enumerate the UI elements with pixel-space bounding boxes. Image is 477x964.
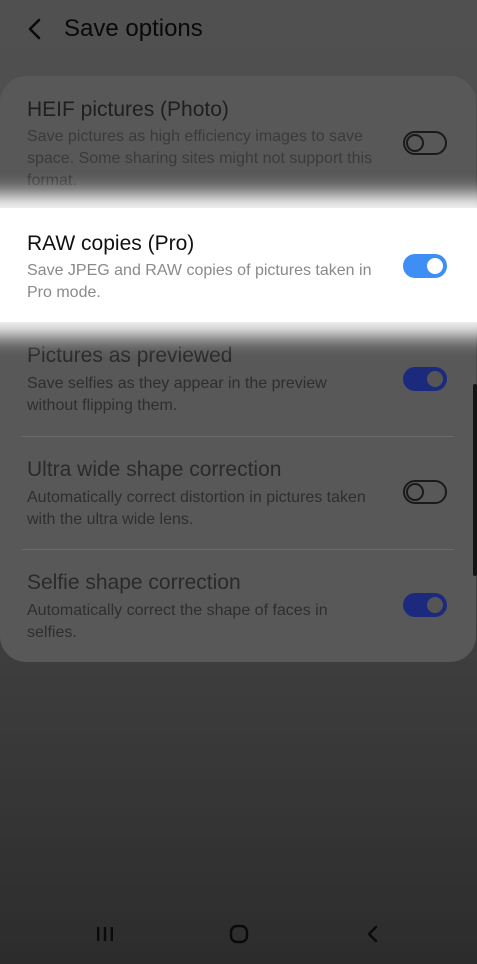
system-navigation-bar — [0, 906, 477, 964]
toggle-knob — [425, 369, 445, 389]
raw-copies-toggle[interactable] — [403, 254, 447, 278]
setting-selfie-shape-correction[interactable]: Selfie shape correction Automatically co… — [0, 550, 476, 662]
ultra-wide-toggle[interactable] — [403, 480, 447, 504]
page-title: Save options — [64, 15, 203, 42]
selfie-shape-toggle[interactable] — [403, 593, 447, 617]
setting-title: HEIF pictures (Photo) — [27, 98, 229, 121]
home-icon[interactable] — [227, 922, 251, 946]
chevron-left-icon[interactable] — [24, 17, 48, 41]
highlighted-setting-raw-copies[interactable]: RAW copies (Pro) Save JPEG and RAW copie… — [0, 208, 477, 322]
setting-title: Selfie shape correction — [27, 571, 241, 594]
setting-description: Automatically correct the shape of faces… — [27, 602, 328, 641]
heif-toggle[interactable] — [403, 131, 447, 155]
back-icon[interactable] — [361, 922, 385, 946]
toggle-knob — [406, 134, 424, 152]
setting-title: Pictures as previewed — [27, 344, 233, 367]
app-header: Save options — [0, 0, 477, 62]
setting-ultra-wide-correction[interactable]: Ultra wide shape correction Automaticall… — [0, 437, 476, 550]
setting-title: RAW copies (Pro) — [27, 232, 195, 255]
setting-description: Automatically correct distortion in pict… — [27, 489, 366, 528]
recent-apps-icon[interactable] — [93, 922, 117, 946]
setting-title: Ultra wide shape correction — [27, 458, 282, 481]
toggle-knob — [406, 483, 424, 501]
toggle-knob — [425, 256, 445, 276]
toggle-knob — [425, 595, 445, 615]
setting-description: Save JPEG and RAW copies of pictures tak… — [27, 262, 372, 301]
setting-description: Save selfies as they appear in the previ… — [27, 375, 327, 414]
setting-description: Save pictures as high efficiency images … — [27, 128, 373, 189]
setting-heif-pictures[interactable]: HEIF pictures (Photo) Save pictures as h… — [0, 76, 476, 208]
scroll-indicator[interactable] — [473, 384, 477, 576]
settings-card: HEIF pictures (Photo) Save pictures as h… — [0, 76, 476, 662]
setting-pictures-as-previewed[interactable]: Pictures as previewed Save selfies as th… — [0, 336, 476, 449]
pictures-as-previewed-toggle[interactable] — [403, 367, 447, 391]
